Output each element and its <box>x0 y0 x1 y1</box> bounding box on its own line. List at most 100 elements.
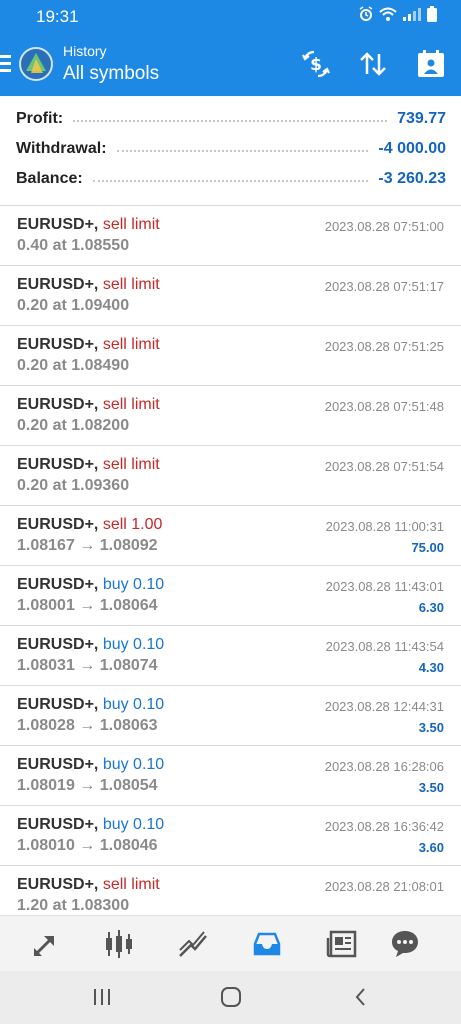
battery-icon <box>427 6 437 22</box>
order-detail: 1.08019 → 1.08054 <box>17 777 158 794</box>
dot-leader <box>116 150 369 152</box>
order-title: EURUSD+, buy 0.10 <box>17 696 164 714</box>
order-symbol: EURUSD+, <box>17 696 99 713</box>
order-title: EURUSD+, sell limit <box>17 876 160 894</box>
order-symbol: EURUSD+, <box>17 516 99 533</box>
order-symbol: EURUSD+, <box>17 876 99 893</box>
quotes-icon[interactable] <box>30 928 62 960</box>
status-time: 19:31 <box>36 7 79 26</box>
order-time: 2023.08.28 07:51:48 <box>324 399 444 414</box>
svg-text:$: $ <box>310 55 322 75</box>
history-icon[interactable] <box>251 928 283 960</box>
order-symbol: EURUSD+, <box>17 276 99 293</box>
withdrawal-value: -4 000.00 <box>378 140 446 157</box>
order-time: 2023.08.28 12:44:31 <box>324 699 444 714</box>
order-detail: 1.08010 → 1.08046 <box>17 837 158 854</box>
withdrawal-label: Withdrawal: <box>16 140 107 157</box>
order-profit: 3.50 <box>418 720 444 735</box>
bottom-nav <box>0 915 461 971</box>
order-title: EURUSD+, sell limit <box>17 396 160 414</box>
order-profit: 6.30 <box>418 600 444 615</box>
order-symbol: EURUSD+, <box>17 756 99 773</box>
order-title: EURUSD+, buy 0.10 <box>17 576 164 594</box>
order-time: 2023.08.28 16:36:42 <box>324 819 444 834</box>
chat-icon[interactable] <box>389 928 421 960</box>
order-profit: 3.50 <box>418 780 444 795</box>
trade-icon[interactable] <box>177 928 209 960</box>
order-detail: 0.20 at 1.08490 <box>17 357 130 374</box>
list-item[interactable]: EURUSD+, sell limit 1.20 at 1.08300 2023… <box>0 866 461 915</box>
order-time: 2023.08.28 21:08:01 <box>324 879 444 894</box>
list-item[interactable]: EURUSD+, buy 0.10 1.08031 → 1.08074 2023… <box>0 626 461 686</box>
order-title: EURUSD+, sell limit <box>17 456 160 474</box>
order-type: sell limit <box>102 216 160 233</box>
list-item[interactable]: EURUSD+, sell limit 0.40 at 1.08550 2023… <box>0 206 461 266</box>
order-title: EURUSD+, sell limit <box>17 216 160 234</box>
order-title: EURUSD+, buy 0.10 <box>17 816 164 834</box>
order-type: buy 0.10 <box>102 576 165 593</box>
order-title: EURUSD+, sell 1.00 <box>17 516 162 534</box>
profit-value: 739.77 <box>397 110 446 127</box>
order-type: buy 0.10 <box>102 696 165 713</box>
order-time: 2023.08.28 07:51:25 <box>324 339 444 354</box>
profit-label: Profit: <box>16 110 64 127</box>
order-time: 2023.08.28 16:28:06 <box>324 759 444 774</box>
order-detail: 1.08167 → 1.08092 <box>17 537 158 554</box>
order-time: 2023.08.28 07:51:17 <box>324 279 444 294</box>
order-time: 2023.08.28 07:51:00 <box>324 219 444 234</box>
order-symbol: EURUSD+, <box>17 396 99 413</box>
chart-icon[interactable] <box>103 928 135 960</box>
page-title[interactable]: All symbols <box>63 63 159 85</box>
order-symbol: EURUSD+, <box>17 216 99 233</box>
profit-row: Profit: 739.77 <box>16 107 446 131</box>
back-icon[interactable] <box>349 985 373 1009</box>
status-bar: 19:31 <box>0 0 461 34</box>
history-list[interactable]: EURUSD+, sell limit 0.40 at 1.08550 2023… <box>0 206 461 915</box>
order-title: EURUSD+, buy 0.10 <box>17 756 164 774</box>
order-symbol: EURUSD+, <box>17 816 99 833</box>
list-item[interactable]: EURUSD+, sell limit 0.20 at 1.09360 2023… <box>0 446 461 506</box>
wifi-icon <box>379 7 397 21</box>
list-item[interactable]: EURUSD+, buy 0.10 1.08028 → 1.08063 2023… <box>0 686 461 746</box>
order-time: 2023.08.28 11:43:01 <box>325 579 444 594</box>
order-symbol: EURUSD+, <box>17 456 99 473</box>
status-icons <box>358 6 437 22</box>
list-item[interactable]: EURUSD+, sell limit 0.20 at 1.08200 2023… <box>0 386 461 446</box>
order-type: sell 1.00 <box>102 516 163 533</box>
menu-icon[interactable] <box>0 52 12 76</box>
list-item[interactable]: EURUSD+, buy 0.10 1.08010 → 1.08046 2023… <box>0 806 461 866</box>
news-icon[interactable] <box>326 928 358 960</box>
summary-panel: Profit: 739.77 Withdrawal: -4 000.00 Bal… <box>0 96 461 206</box>
order-detail: 1.08031 → 1.08074 <box>17 657 158 674</box>
signal-icon <box>403 8 421 21</box>
order-time: 2023.08.28 11:43:54 <box>325 639 444 654</box>
order-symbol: EURUSD+, <box>17 336 99 353</box>
list-item[interactable]: EURUSD+, buy 0.10 1.08019 → 1.08054 2023… <box>0 746 461 806</box>
dot-leader <box>73 120 388 122</box>
alarm-icon <box>359 6 373 21</box>
dollar-swap-icon[interactable]: $ <box>300 48 332 80</box>
order-detail: 1.08001 → 1.08064 <box>17 597 158 614</box>
sort-icon[interactable] <box>357 48 389 80</box>
order-detail: 0.40 at 1.08550 <box>17 237 130 254</box>
order-type: buy 0.10 <box>102 756 165 773</box>
calendar-icon[interactable] <box>415 48 447 80</box>
order-detail: 0.20 at 1.09400 <box>17 297 130 314</box>
order-detail: 0.20 at 1.09360 <box>17 477 130 494</box>
order-type: sell limit <box>102 876 160 893</box>
list-item[interactable]: EURUSD+, sell limit 0.20 at 1.08490 2023… <box>0 326 461 386</box>
app-bar: History All symbols $ <box>0 34 461 96</box>
order-profit: 3.60 <box>418 840 444 855</box>
order-symbol: EURUSD+, <box>17 576 99 593</box>
list-item[interactable]: EURUSD+, buy 0.10 1.08001 → 1.08064 2023… <box>0 566 461 626</box>
order-detail: 1.08028 → 1.08063 <box>17 717 158 734</box>
balance-value: -3 260.23 <box>378 170 446 187</box>
recents-icon[interactable] <box>90 985 114 1009</box>
system-nav <box>0 971 461 1024</box>
list-item[interactable]: EURUSD+, sell limit 0.20 at 1.09400 2023… <box>0 266 461 326</box>
list-item[interactable]: EURUSD+, sell 1.00 1.08167 → 1.08092 202… <box>0 506 461 566</box>
order-symbol: EURUSD+, <box>17 636 99 653</box>
order-profit: 75.00 <box>411 540 444 555</box>
home-icon[interactable] <box>219 985 243 1009</box>
order-type: sell limit <box>102 456 160 473</box>
